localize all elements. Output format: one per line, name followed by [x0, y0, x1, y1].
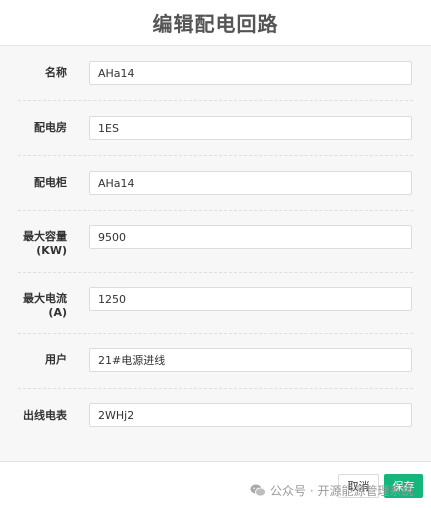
form-row-meter: 出线电表 2WHj2 — [18, 389, 413, 443]
meter-label: 出线电表 — [23, 409, 67, 422]
meter-field[interactable]: 2WHj2 — [89, 403, 412, 427]
form-row-capacity: 最大容量 (KW) 9500 — [18, 211, 413, 273]
user-field[interactable]: 21#电源进线 — [89, 348, 412, 372]
save-button[interactable]: 保存 — [384, 474, 423, 498]
current-label-line2: (A) — [48, 306, 67, 319]
current-field[interactable]: 1250 — [89, 287, 412, 311]
name-label: 名称 — [45, 66, 67, 79]
form-row-current: 最大电流 (A) 1250 — [18, 273, 413, 334]
capacity-field[interactable]: 9500 — [89, 225, 412, 249]
room-label: 配电房 — [34, 121, 67, 134]
capacity-label-line1: 最大容量 — [23, 230, 67, 243]
cabinet-field[interactable]: AHa14 — [89, 171, 412, 195]
capacity-label-line2: (KW) — [36, 244, 67, 257]
cancel-button[interactable]: 取消 — [338, 474, 379, 498]
form-body: 名称 AHa14 配电房 1ES 配电柜 AHa14 最大容量 (KW) 950… — [0, 46, 431, 461]
room-field[interactable]: 1ES — [89, 116, 412, 140]
current-label-line1: 最大电流 — [23, 292, 67, 305]
form-row-room: 配电房 1ES — [18, 101, 413, 156]
dialog-title: 编辑配电回路 — [152, 12, 279, 36]
form-row-name: 名称 AHa14 — [18, 46, 413, 101]
capacity-label: 最大容量 (KW) — [18, 230, 67, 258]
cabinet-label: 配电柜 — [34, 176, 67, 189]
dialog-footer: 取消 保存 — [0, 461, 431, 508]
user-label: 用户 — [45, 353, 67, 366]
form-row-cabinet: 配电柜 AHa14 — [18, 156, 413, 211]
dialog-header: 编辑配电回路 — [0, 0, 431, 46]
form-row-user: 用户 21#电源进线 — [18, 334, 413, 389]
name-field[interactable]: AHa14 — [89, 61, 412, 85]
current-label: 最大电流 (A) — [18, 292, 67, 320]
